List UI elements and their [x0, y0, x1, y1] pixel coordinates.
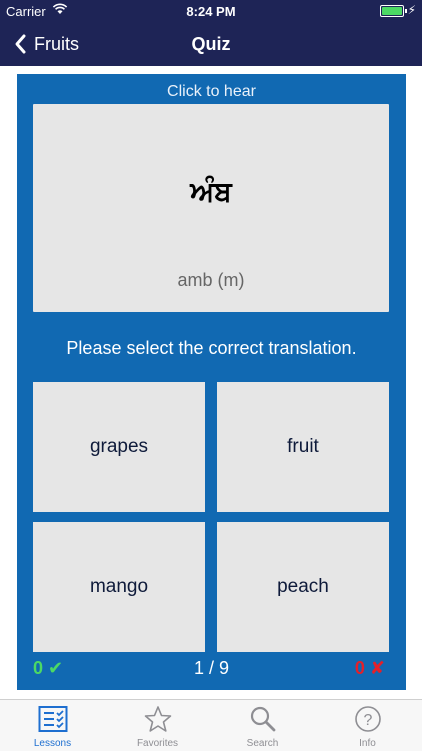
instruction-text: Please select the correct translation.: [66, 338, 357, 358]
tab-lessons-label: Lessons: [33, 738, 72, 749]
quiz-card: Click to hear ਅੰਬ amb (m) Please select …: [17, 74, 406, 690]
score-footer: 0 ✔ 1 / 9 0 ✘: [17, 658, 406, 682]
click-to-hear-label: Click to hear: [167, 83, 256, 100]
answer-option-mango[interactable]: mango: [33, 522, 205, 652]
question-progress: 1 / 9: [193, 658, 230, 678]
tab-lessons[interactable]: Lessons: [0, 700, 105, 751]
battery-icon: [380, 5, 407, 17]
navigation-bar: Carrier 8:24 PM ⚡ Fruits Quiz: [0, 0, 422, 66]
tab-favorites[interactable]: Favorites: [105, 700, 210, 751]
answer-option-peach[interactable]: peach: [217, 522, 389, 652]
tab-info-label: Info: [359, 738, 376, 749]
answer-option-fruit[interactable]: fruit: [217, 382, 389, 512]
tab-info[interactable]: ? Info: [315, 700, 420, 751]
search-icon: [250, 706, 276, 732]
tab-search-label: Search: [246, 738, 279, 749]
tab-search[interactable]: Search: [210, 700, 315, 751]
lessons-icon: [38, 706, 68, 732]
status-bar: Carrier 8:24 PM ⚡: [0, 0, 422, 22]
word-audio-button[interactable]: ਅੰਬ amb (m): [33, 104, 389, 312]
svg-text:?: ?: [364, 712, 373, 729]
info-icon: ?: [355, 706, 381, 732]
wrong-count: 0 ✘: [354, 658, 385, 678]
page-title: Quiz: [191, 34, 231, 54]
charging-icon: ⚡: [407, 3, 416, 17]
punjabi-word: ਅੰਬ: [190, 176, 232, 207]
tab-bar: Lessons Favorites Search ? Info: [0, 699, 422, 751]
answer-option-grapes[interactable]: grapes: [33, 382, 205, 512]
tab-favorites-label: Favorites: [136, 738, 179, 749]
clock: 8:24 PM: [186, 4, 236, 19]
star-icon: [144, 706, 172, 732]
transliteration: amb (m): [177, 270, 245, 290]
